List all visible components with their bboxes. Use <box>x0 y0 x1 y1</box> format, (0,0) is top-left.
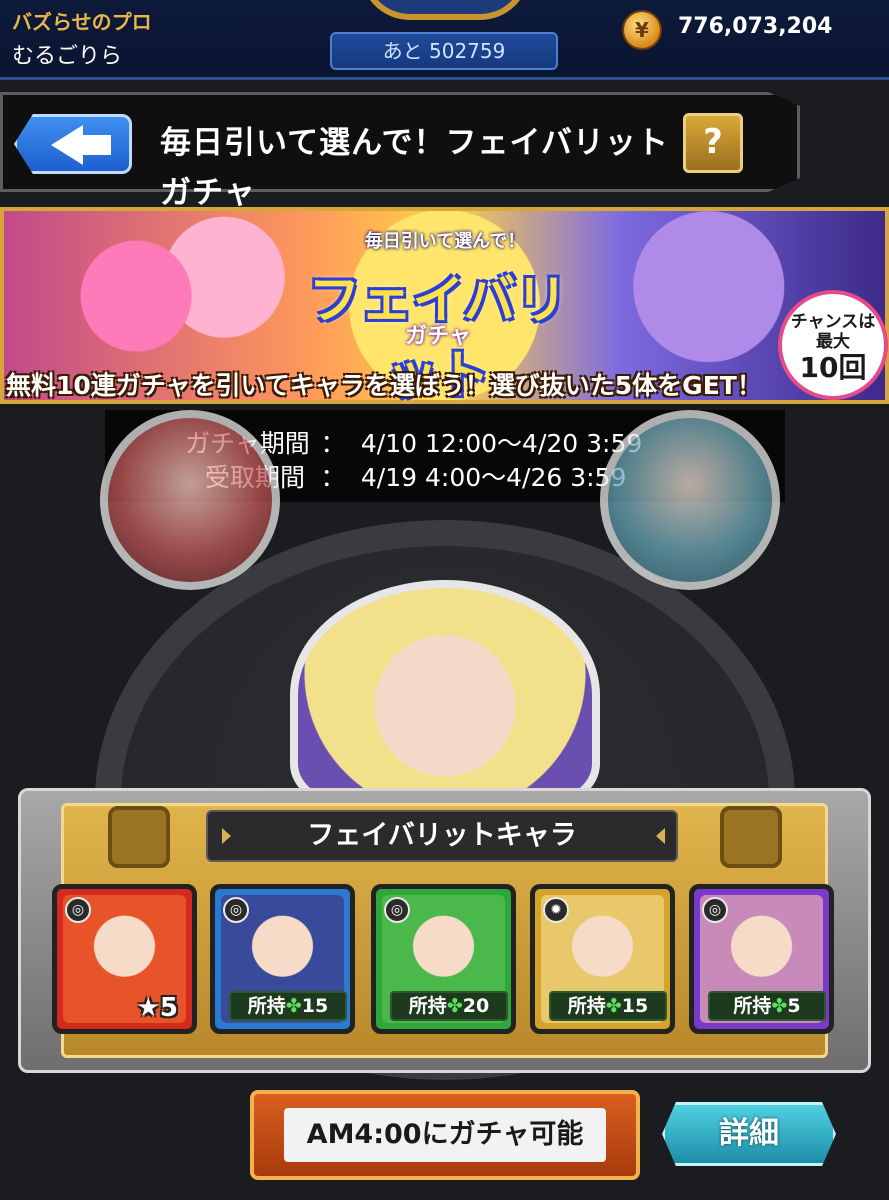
gacha-period-value: 4/10 12:00〜4/20 3:59 <box>360 429 643 458</box>
chance-count: 10回 <box>799 351 867 384</box>
chance-line-1: チャンスは <box>790 312 876 332</box>
player-name: むるごりら <box>12 44 123 69</box>
chance-line-2: 最大 <box>816 332 850 352</box>
favorite-card-3[interactable]: ◎ 所持✤20 <box>371 884 516 1034</box>
detail-button[interactable]: 詳細 <box>662 1102 836 1166</box>
arrow-left-icon <box>222 828 231 844</box>
banner-logo-sub: ガチャ <box>405 324 471 349</box>
favorite-card-4[interactable]: ✹ 所持✤15 <box>530 884 675 1034</box>
water-element-icon: ◎ <box>223 897 249 923</box>
coin-icon: ¥ <box>622 10 662 50</box>
back-button[interactable] <box>14 114 132 174</box>
clover-icon: ✤ <box>605 995 622 1017</box>
rank-medal-icon <box>360 0 530 20</box>
wood-element-icon: ◎ <box>384 897 410 923</box>
owned-count: 所持✤15 <box>549 991 667 1021</box>
favorite-title: フェイバリットキャラ <box>206 810 678 862</box>
gacha-button[interactable]: AM4:00にガチャ可能 <box>250 1090 640 1180</box>
owned-count: 所持✤5 <box>708 991 826 1021</box>
separator: ： <box>320 429 346 458</box>
dark-element-icon: ◎ <box>702 897 728 923</box>
arrow-right-icon <box>656 828 665 844</box>
rarity-label: ★5 <box>136 993 178 1023</box>
stamina-counter: あと 502759 <box>330 32 558 70</box>
empty-slot-right <box>720 806 782 868</box>
side-character-left <box>100 410 280 590</box>
page-title: 毎日引いて選んで！フェイバリットガチャ <box>160 125 669 211</box>
clover-icon: ✤ <box>285 995 302 1017</box>
fire-element-icon: ◎ <box>65 897 91 923</box>
help-button[interactable]: ? <box>683 113 743 173</box>
status-bar: バズらせのプロ むるごりら あと 502759 ¥ 776,073,204 <box>0 0 889 80</box>
empty-slot-left <box>108 806 170 868</box>
favorite-card-2[interactable]: ◎ 所持✤15 <box>210 884 355 1034</box>
chance-badge: チャンスは 最大 10回 <box>778 290 888 400</box>
light-element-icon: ✹ <box>543 897 569 923</box>
side-character-right <box>600 410 780 590</box>
coin-amount: 776,073,204 <box>678 14 833 39</box>
favorite-card-5[interactable]: ◎ 所持✤5 <box>689 884 834 1034</box>
receive-period-value: 4/19 4:00〜4/26 3:59 <box>360 463 627 492</box>
separator: ： <box>320 463 346 492</box>
gacha-button-label: AM4:00にガチャ可能 <box>284 1108 606 1162</box>
owned-count: 所持✤15 <box>229 991 347 1021</box>
owned-count: 所持✤20 <box>390 991 508 1021</box>
favorite-card-1[interactable]: ◎ ★5 <box>52 884 197 1034</box>
main-character <box>290 580 600 810</box>
clover-icon: ✤ <box>771 995 788 1017</box>
clover-icon: ✤ <box>446 995 463 1017</box>
banner-subtitle: 毎日引いて選んで！ <box>364 231 526 252</box>
rank-title: バズらせのプロ <box>12 10 152 34</box>
banner-caption: 無料10連ガチャを引いてキャラを選ぼう！選び抜いた5体をGET！ <box>6 371 762 400</box>
